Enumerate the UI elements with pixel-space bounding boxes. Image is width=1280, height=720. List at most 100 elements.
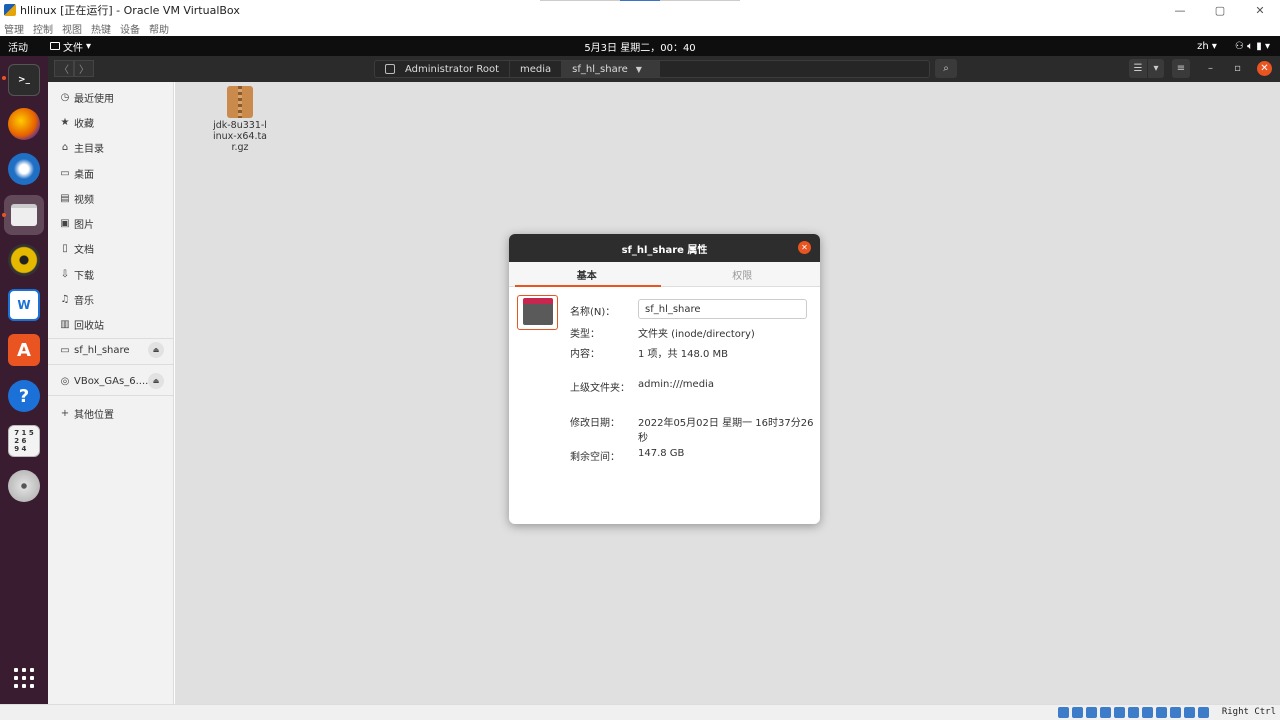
language-indicator[interactable]: zh ▾ [1197,41,1217,52]
vbox-menu-hotkey[interactable]: 热键 [91,21,111,36]
back-button[interactable]: 〈 [54,60,74,77]
libreoffice-writer-icon[interactable]: W [8,289,40,321]
view-options-button[interactable]: ▾ [1148,59,1164,78]
vbox-menu-view[interactable]: 视图 [62,21,82,36]
sidebar-item-sf-hl-share[interactable]: ▭ sf_hl_share ⏏ [48,339,174,361]
vbox-statusbar: Right Ctrl [0,704,1280,720]
vbox-minimize-button[interactable]: — [1160,0,1200,20]
sidebar-item-home[interactable]: ⌂ 主目录 [48,136,174,158]
breadcrumb-media[interactable]: media [510,61,563,77]
display-icon[interactable] [1142,707,1153,718]
sidebar-item-music[interactable]: ♫ 音乐 [48,288,174,310]
sidebar-item-label: 最近使用 [74,93,114,105]
sidebar-item-starred[interactable]: ★ 收藏 [48,111,174,133]
mouse-integration-icon[interactable] [1184,707,1195,718]
window-close-button[interactable]: ✕ [1257,61,1272,76]
virtualization-icon[interactable] [1170,707,1181,718]
files-app-menu[interactable]: 文件 ▾ [50,39,91,54]
trash-icon: ▥ [60,318,70,330]
language-label: zh [1197,40,1209,52]
dialog-tabs: 基本 权限 [509,262,820,287]
contents-label: 内容： [570,349,600,360]
battery-icon: ▮ [1256,40,1262,52]
forward-button[interactable]: 〉 [74,60,94,77]
help-icon[interactable]: ? [8,380,40,412]
sidebar-separator [48,364,174,365]
sidebar-item-pictures[interactable]: ▣ 图片 [48,212,174,234]
places-sidebar: ◷ 最近使用 ★ 收藏 ⌂ 主目录 ▭ 桌面 ▤ 视频 ▣ 图片 ▯ 文档 ⇩ … [48,82,174,704]
clock-icon: ◷ [60,91,70,103]
sidebar-item-desktop[interactable]: ▭ 桌面 [48,162,174,184]
sidebar-item-videos[interactable]: ▤ 视频 [48,187,174,209]
breadcrumb-root-label: Administrator Root [405,63,500,75]
breadcrumb-root[interactable]: Administrator Root [375,61,511,77]
vbox-tab-indicator [540,0,740,1]
audio-icon[interactable] [1086,707,1097,718]
sidebar-item-documents[interactable]: ▯ 文档 [48,237,174,259]
dropdown-arrow-icon: ▾ [86,40,92,52]
clock[interactable]: 5月3日 星期二，00：40 [584,39,695,54]
vbox-menu-devices[interactable]: 设备 [120,21,140,36]
eject-icon[interactable]: ⏏ [148,373,164,389]
folder-icon [517,295,558,330]
virtualbox-icon [4,4,16,16]
view-toggle-button[interactable]: ☰ [1129,59,1147,78]
modified-label: 修改日期： [570,418,620,429]
rhythmbox-icon[interactable] [8,244,40,276]
desktop-icon: ▭ [60,167,70,179]
sidebar-item-vbox-gas[interactable]: ◎ VBox_GAs_6.... ⏏ [48,370,174,392]
breadcrumb-current[interactable]: sf_hl_share ▼ [562,61,660,77]
document-icon: ▯ [62,242,68,254]
files-headerbar: 〈 〉 Administrator Root media sf_hl_share… [48,56,1280,82]
host-key-label: Right Ctrl [1221,707,1276,717]
optical-drive-icon[interactable] [1072,707,1083,718]
sidebar-item-label: sf_hl_share [74,344,130,356]
hard-disk-icon[interactable] [1058,707,1069,718]
tab-basic[interactable]: 基本 [509,262,665,287]
search-button[interactable]: ⌕ [935,59,957,78]
sidebar-item-trash[interactable]: ▥ 回收站 [48,313,174,335]
name-input[interactable] [638,299,807,319]
terminal-icon[interactable]: >_ [8,64,40,96]
volume-icon: 🔈︎ [1247,40,1254,52]
parent-folder-label: 上级文件夹： [570,383,630,394]
properties-dialog: sf_hl_share 属性 ✕ 基本 权限 名称(N)： 类型： 文件夹 (i… [509,234,820,524]
sidebar-item-downloads[interactable]: ⇩ 下载 [48,263,174,285]
main-menu-button[interactable]: ≡ [1172,59,1190,78]
recording-icon[interactable] [1156,707,1167,718]
vbox-menu-manage[interactable]: 管理 [4,21,24,36]
network-icon[interactable] [1100,707,1111,718]
window-restore-button[interactable]: ▫ [1230,61,1245,76]
usb-icon[interactable] [1114,707,1125,718]
sidebar-item-other-locations[interactable]: + 其他位置 [48,402,174,424]
video-icon: ▤ [60,192,70,204]
sidebar-item-label: 桌面 [74,169,94,181]
window-minimize-button[interactable]: – [1203,61,1218,76]
firefox-icon[interactable] [8,108,40,140]
files-dock-active[interactable] [4,195,44,235]
vbox-maximize-button[interactable]: ▢ [1200,0,1240,20]
system-status-menu[interactable]: ⚇ 🔈︎ ▮ ▾ [1235,41,1270,52]
sidebar-item-recent[interactable]: ◷ 最近使用 [48,86,174,108]
sudoku-icon[interactable]: 7 1 52 69 4 [8,425,40,457]
vbox-menu-control[interactable]: 控制 [33,21,53,36]
optical-disc-icon[interactable] [8,470,40,502]
dropdown-arrow-icon: ▾ [1264,40,1270,52]
free-space-label: 剩余空间： [570,452,620,463]
thunderbird-icon[interactable] [8,153,40,185]
software-center-icon[interactable]: A [8,334,40,366]
show-applications-icon[interactable] [14,668,34,688]
eject-icon[interactable]: ⏏ [148,342,164,358]
name-label: 名称(N)： [570,307,616,318]
vbox-close-button[interactable]: ✕ [1240,0,1280,20]
vbox-menu-help[interactable]: 帮助 [149,21,169,36]
sidebar-item-label: 文档 [74,244,94,256]
activities-button[interactable]: 活动 [8,39,28,54]
shared-folders-icon[interactable] [1128,707,1139,718]
breadcrumb-current-label: sf_hl_share [572,63,628,75]
dialog-close-button[interactable]: ✕ [798,241,811,254]
keyboard-icon[interactable] [1198,707,1209,718]
parent-folder-value: admin:///media [638,379,714,390]
file-item[interactable]: jdk-8u331-linux-x64.tar.gz [213,86,267,153]
tab-permissions[interactable]: 权限 [665,262,821,287]
